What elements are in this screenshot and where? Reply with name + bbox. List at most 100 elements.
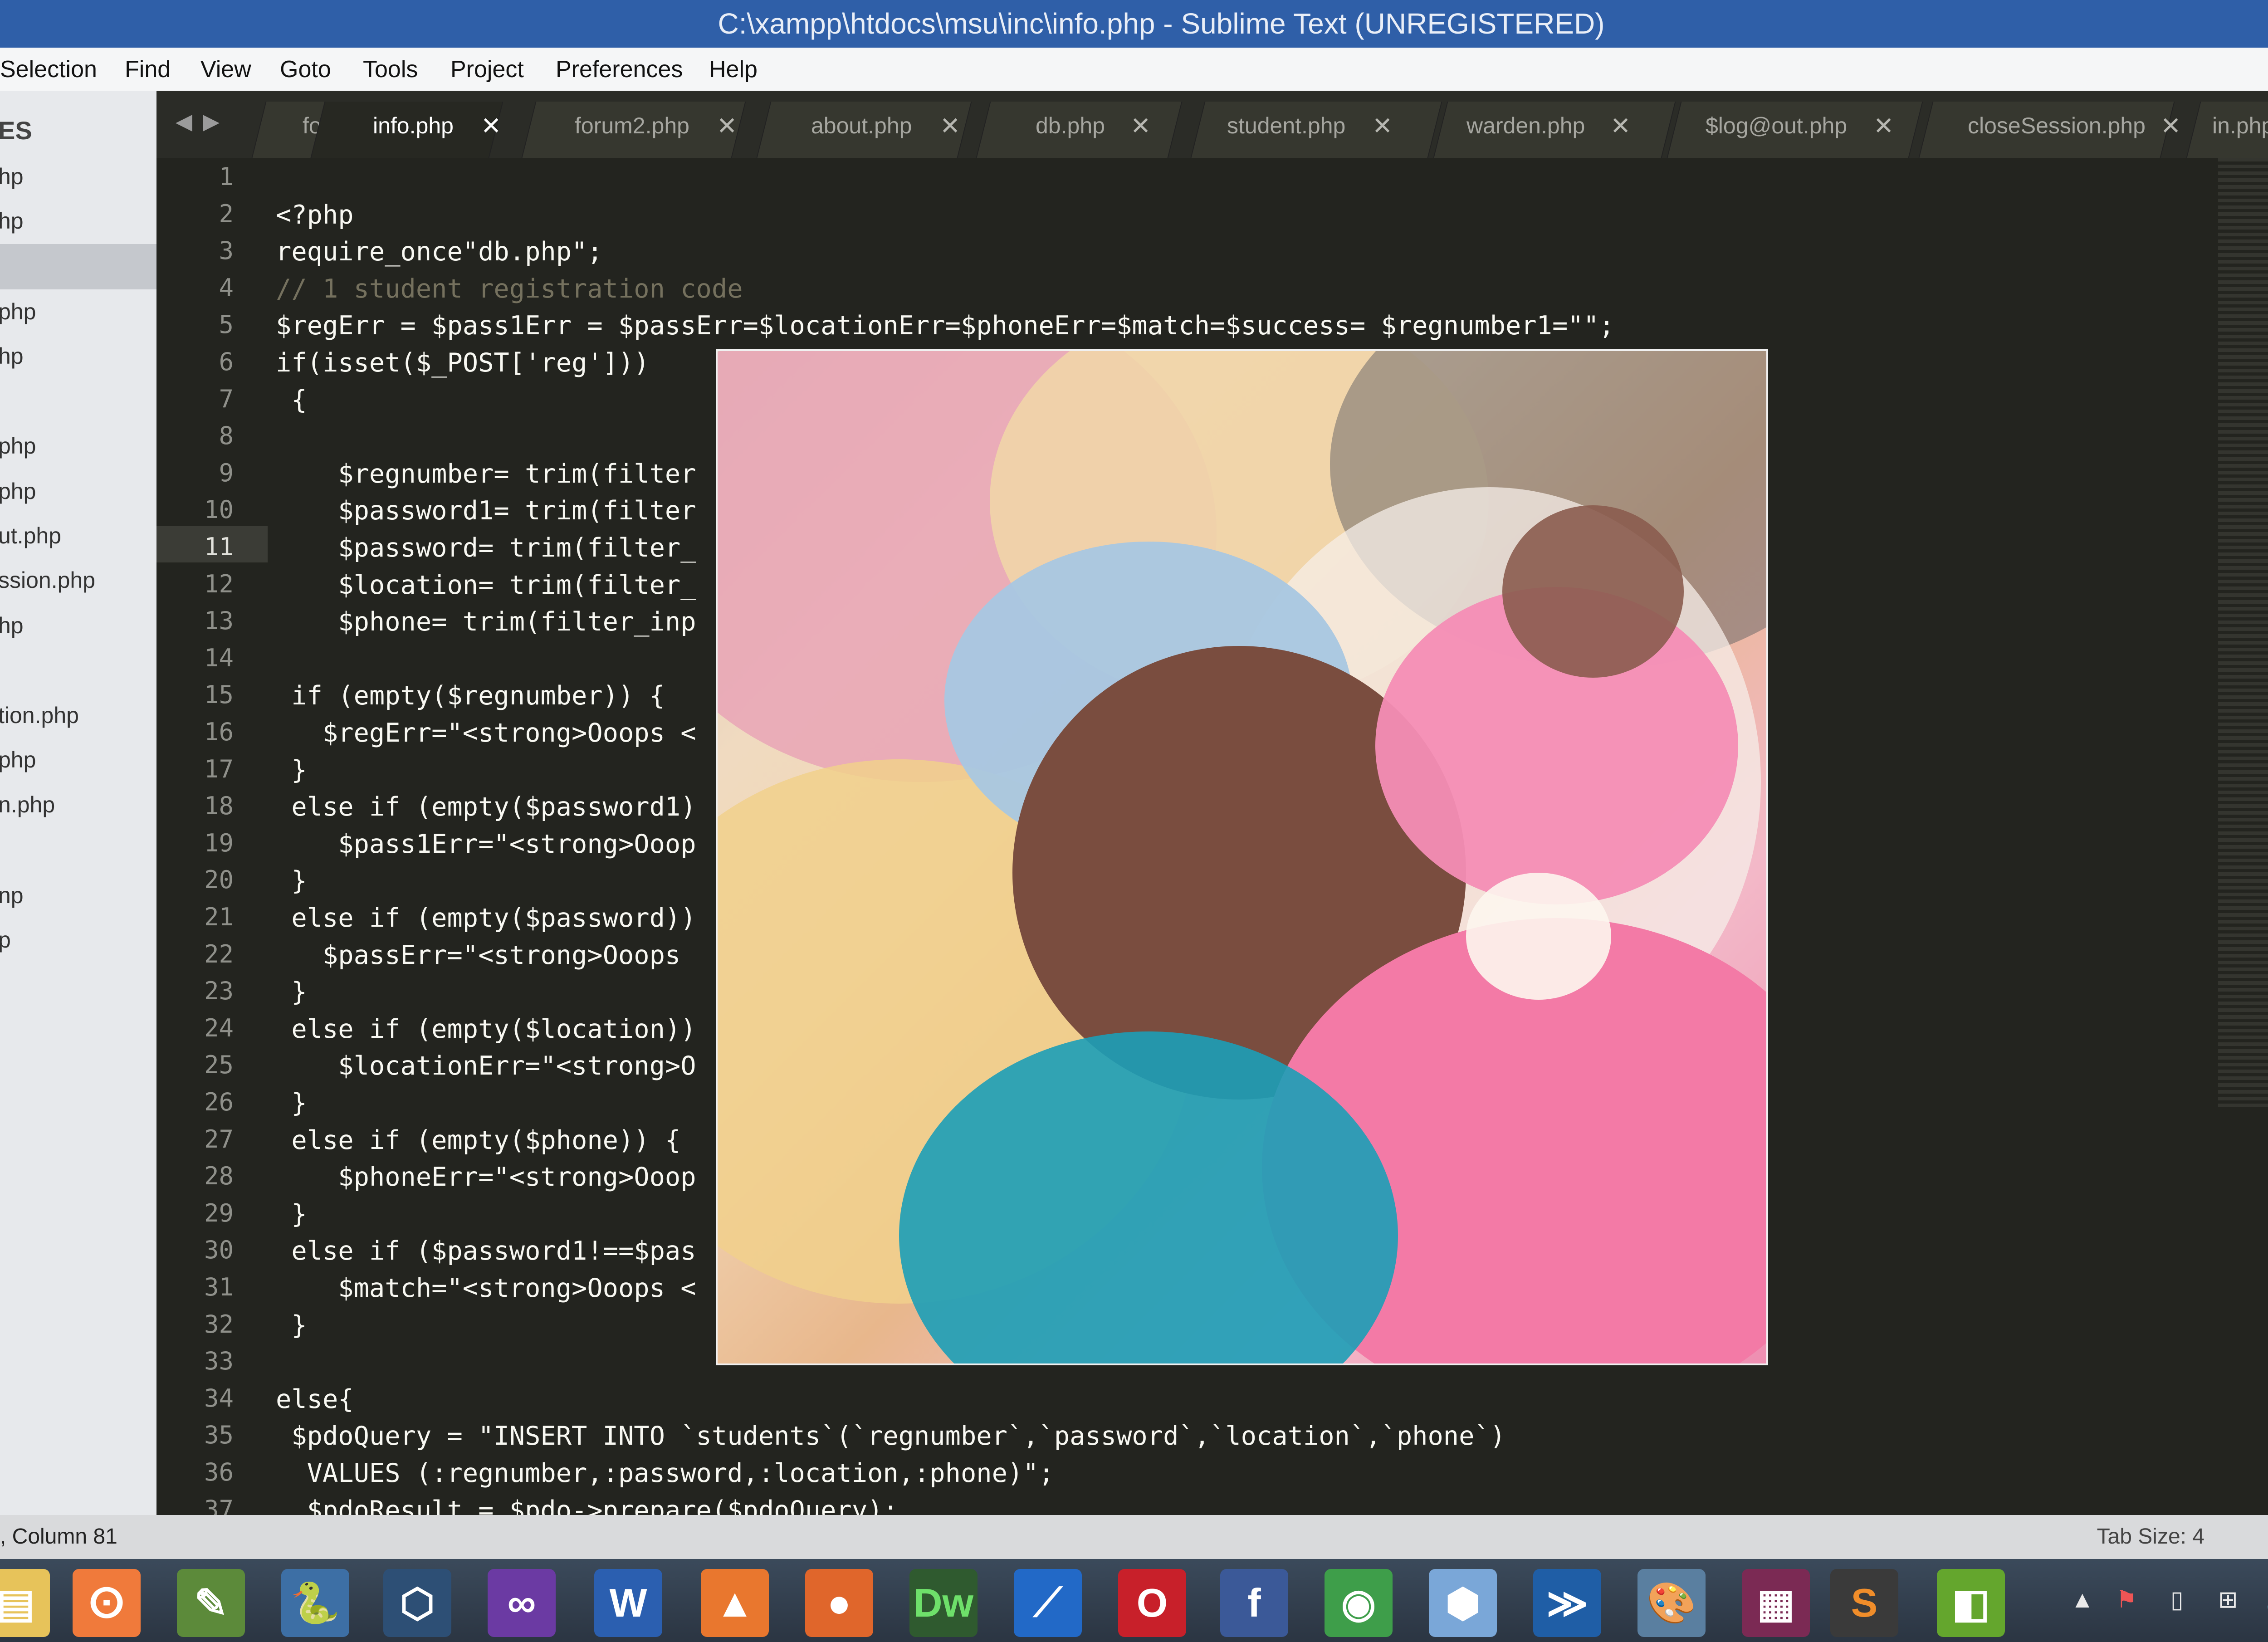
notepad-icon[interactable]: ✎	[177, 1569, 245, 1637]
close-icon[interactable]: ✕	[1372, 112, 1393, 140]
menu-find[interactable]: Find	[125, 56, 171, 83]
code-line[interactable]: $location= trim(filter_	[276, 567, 696, 603]
code-line[interactable]: $phoneErr="<strong>Ooop	[276, 1159, 696, 1195]
close-icon[interactable]: ✕	[2160, 112, 2181, 140]
minimap[interactable]	[2218, 158, 2268, 1110]
close-icon[interactable]: ✕	[1130, 112, 1151, 140]
menu-view[interactable]: View	[200, 56, 251, 83]
line-number: 36	[204, 1458, 234, 1486]
code-line[interactable]: // 1 student registration code	[276, 271, 743, 307]
line-number: 2	[219, 199, 234, 228]
code-line[interactable]: $match="<strong>Ooops <	[276, 1270, 696, 1306]
close-icon[interactable]: ✕	[940, 112, 960, 140]
code-line[interactable]: <?php	[276, 197, 354, 233]
sidebar-file[interactable]: hp	[0, 208, 24, 234]
code-line[interactable]: }	[276, 1085, 307, 1121]
powershell-icon[interactable]: ≫	[1533, 1569, 1601, 1637]
xampp-icon[interactable]: ⵙ	[73, 1569, 141, 1637]
sidebar-file[interactable]: tion.php	[0, 702, 79, 728]
code-line[interactable]: }	[276, 1196, 307, 1232]
sidebar-file[interactable]: ut.php	[0, 523, 61, 549]
sidebar-file[interactable]: php	[0, 478, 36, 504]
code-line[interactable]: {	[276, 382, 307, 418]
sidebar-file[interactable]: ssion.php	[0, 567, 95, 593]
code-line[interactable]: }	[276, 974, 307, 1010]
sidebar-header: ES	[0, 116, 32, 145]
sidebar-file[interactable]: n.php	[0, 792, 55, 818]
vlc-icon[interactable]: ▲	[701, 1569, 769, 1637]
code-line[interactable]: if(isset($_POST['reg']))	[276, 345, 650, 381]
volume-icon[interactable]: 🔊	[2266, 1586, 2268, 1614]
code-line[interactable]: $pdoQuery = "INSERT INTO `students`(`reg…	[276, 1418, 1505, 1454]
code-line[interactable]: $pass1Err="<strong>Ooop	[276, 826, 696, 862]
network-icon[interactable]: ⊞	[2218, 1586, 2238, 1613]
code-line[interactable]: }	[276, 752, 307, 788]
code-line[interactable]: $locationErr="<strong>O	[276, 1048, 696, 1084]
sidebar-file[interactable]: php	[0, 298, 36, 325]
code-line[interactable]: else if (empty($location))	[276, 1011, 696, 1047]
menu-selection[interactable]: Selection	[0, 56, 97, 83]
firefox-icon[interactable]: ●	[805, 1569, 873, 1637]
line-number: 11	[204, 533, 234, 561]
dreamweaver-icon[interactable]: Dw	[909, 1569, 978, 1637]
opera-icon[interactable]: O	[1118, 1569, 1186, 1637]
tab-size[interactable]: Tab Size: 4	[2097, 1524, 2204, 1549]
facebook-icon[interactable]: f	[1220, 1569, 1288, 1637]
action-center-icon[interactable]: ⚑	[2116, 1586, 2137, 1613]
taskbar: ▤ ⵙ ✎ 🐍 ⬡ ∞ W ▲ ● Dw ⟋ O f ◉ ⬢ ≫ 🎨 ▦ S ◧…	[0, 1559, 2268, 1642]
code-line[interactable]: $regErr="<strong>Ooops <	[276, 715, 696, 751]
code-line[interactable]: require_once"db.php";	[276, 234, 603, 270]
code-line[interactable]: else if (empty($phone)) {	[276, 1122, 680, 1158]
menu-project[interactable]: Project	[450, 56, 524, 83]
code-line[interactable]: $phone= trim(filter_inp	[276, 604, 696, 640]
menu-tools[interactable]: Tools	[363, 56, 418, 83]
sublime-text-icon[interactable]: S	[1830, 1569, 1898, 1637]
menu-goto[interactable]: Goto	[280, 56, 331, 83]
close-icon[interactable]: ✕	[1873, 112, 1894, 140]
virtual-box-icon[interactable]: ⬢	[1429, 1569, 1497, 1637]
sidebar-file[interactable]: hp	[0, 343, 24, 369]
sidebar-file[interactable]: php	[0, 433, 36, 459]
code-line[interactable]: if (empty($regnumber)) {	[276, 678, 665, 714]
paint-icon[interactable]: 🎨	[1637, 1569, 1706, 1637]
line-number: 34	[204, 1383, 234, 1412]
power-icon[interactable]: ▯	[2170, 1586, 2184, 1613]
winrar-icon[interactable]: ▦	[1742, 1569, 1810, 1637]
close-icon[interactable]: ✕	[717, 112, 737, 140]
code-line[interactable]: else if (empty($password1)	[276, 789, 696, 825]
close-icon[interactable]: ✕	[481, 112, 501, 140]
menu-help[interactable]: Help	[709, 56, 758, 83]
code-line[interactable]: $regErr = $pass1Err = $passErr=$location…	[276, 308, 1614, 344]
code-line[interactable]: $regnumber= trim(filter	[276, 456, 696, 492]
layers-icon[interactable]: ◧	[1937, 1569, 2005, 1637]
3d-box-icon[interactable]: ⬡	[383, 1569, 451, 1637]
line-number: 9	[219, 458, 234, 487]
sidebar-file[interactable]: hp	[0, 612, 24, 639]
text-editor-icon[interactable]: ⟋	[1014, 1569, 1082, 1637]
close-icon[interactable]: ✕	[1610, 112, 1631, 140]
word-icon[interactable]: W	[594, 1569, 662, 1637]
code-line[interactable]: else if (empty($password))	[276, 900, 696, 936]
code-line[interactable]: $password= trim(filter_	[276, 530, 696, 566]
menu-preferences[interactable]: Preferences	[556, 56, 683, 83]
code-line[interactable]: }	[276, 863, 307, 899]
python-icon[interactable]: 🐍	[281, 1569, 349, 1637]
tab-label: db.php	[1036, 113, 1105, 138]
code-line[interactable]: }	[276, 1307, 307, 1344]
code-line[interactable]: else{	[276, 1381, 354, 1417]
file-explorer-icon[interactable]: ▤	[0, 1569, 50, 1637]
show-hidden-icons-icon[interactable]: ▲	[2071, 1586, 2094, 1613]
chrome-icon[interactable]: ◉	[1325, 1569, 1393, 1637]
sidebar-file[interactable]: p	[0, 927, 11, 953]
sidebar-file[interactable]: php	[0, 747, 36, 773]
code-line[interactable]: VALUES (:regnumber,:password,:location,:…	[276, 1455, 1054, 1491]
sidebar-file[interactable]: hp	[0, 163, 24, 190]
code-line[interactable]: $passErr="<strong>Ooops	[276, 937, 696, 973]
code-line[interactable]: else if ($password1!==$pas	[276, 1233, 696, 1269]
tab-scroll-right-icon[interactable]: ▶	[203, 109, 220, 134]
code-line[interactable]: $password1= trim(filter	[276, 493, 696, 529]
sidebar-file[interactable]: np	[0, 882, 24, 909]
tab-scroll-left-icon[interactable]: ◀	[176, 109, 192, 134]
visual-studio-icon[interactable]: ∞	[488, 1569, 556, 1637]
line-number: 16	[204, 718, 234, 746]
